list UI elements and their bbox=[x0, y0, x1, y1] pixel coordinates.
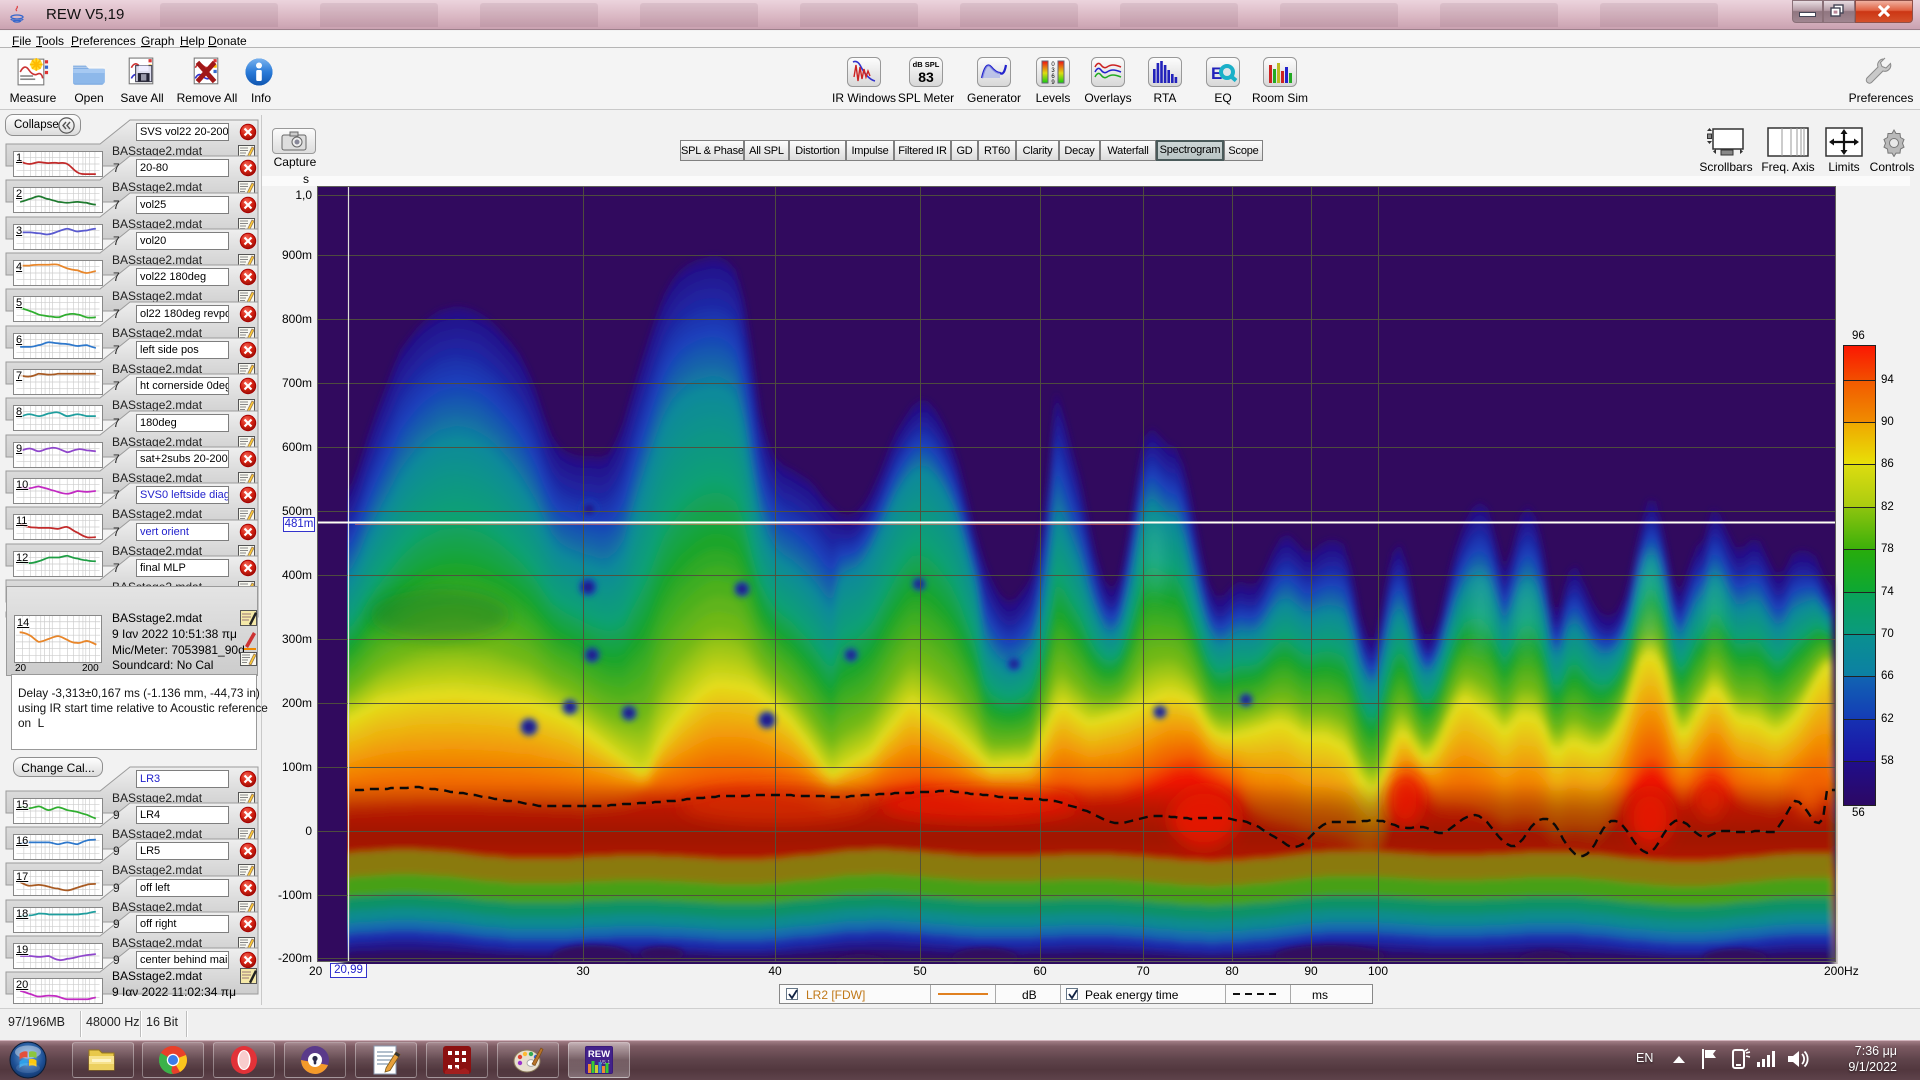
svg-text:dB SPL: dB SPL bbox=[913, 60, 940, 69]
svg-text:83: 83 bbox=[918, 69, 934, 85]
svg-text:REW: REW bbox=[588, 1049, 610, 1060]
